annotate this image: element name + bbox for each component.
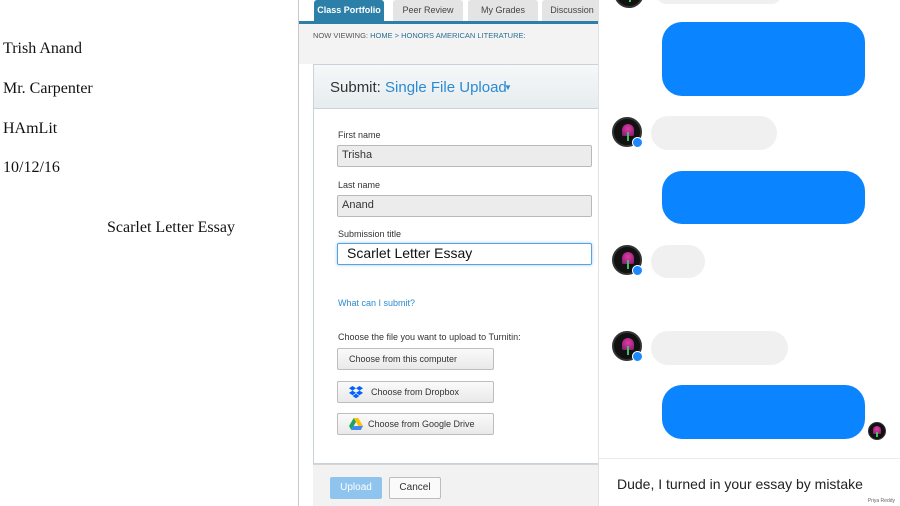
outgoing-message-bubble <box>662 171 865 224</box>
choose-from-google-drive-label: Choose from Google Drive <box>368 419 475 429</box>
first-name-label: First name <box>338 130 381 140</box>
outgoing-message-bubble <box>662 22 865 96</box>
meme-caption: Dude, I turned in your essay by mistake <box>617 476 863 492</box>
first-name-field[interactable]: Trisha <box>337 145 592 167</box>
choose-from-dropbox-label: Choose from Dropbox <box>371 387 460 397</box>
breadcrumb: NOW VIEWING: HOME > HONORS AMERICAN LITE… <box>313 31 526 40</box>
submit-panel: Submit: Single File Upload ▼ First name … <box>313 64 598 464</box>
essay-title: Scarlet Letter Essay <box>107 219 235 236</box>
submit-heading: Submit: Single File Upload <box>330 79 507 96</box>
choose-file-label: Choose the file you want to upload to Tu… <box>338 332 521 342</box>
breadcrumb-bar: NOW VIEWING: HOME > HONORS AMERICAN LITE… <box>299 24 598 64</box>
read-receipt-avatar <box>868 422 886 440</box>
choose-from-computer-label: Choose from this computer <box>349 354 458 364</box>
form-footer: Upload Cancel <box>313 464 598 506</box>
google-drive-icon <box>349 418 363 430</box>
essay-document: Trish Anand Mr. Carpenter HAmLit 10/12/1… <box>0 0 298 506</box>
incoming-message-bubble <box>657 0 781 4</box>
turnitin-panel: Class Portfolio Peer Review My Grades Di… <box>298 0 598 506</box>
tab-my-grades[interactable]: My Grades <box>468 0 538 22</box>
tab-bar: Class Portfolio Peer Review My Grades Di… <box>299 0 598 22</box>
submission-type-dropdown[interactable]: Single File Upload <box>385 79 507 96</box>
submit-label: Submit: <box>330 79 381 96</box>
incoming-message-bubble <box>651 245 705 278</box>
last-name-label: Last name <box>338 180 381 190</box>
submission-title-field[interactable]: Scarlet Letter Essay <box>337 243 592 265</box>
caret-down-icon[interactable]: ▼ <box>504 83 512 92</box>
choose-from-google-drive-button[interactable]: Choose from Google Drive <box>337 413 494 435</box>
tab-peer-review[interactable]: Peer Review <box>393 0 463 22</box>
essay-student-name: Trish Anand <box>3 40 82 57</box>
last-name-field[interactable]: Anand <box>337 195 592 217</box>
now-viewing-label: NOW VIEWING: <box>313 31 368 40</box>
incoming-message-bubble <box>651 116 777 150</box>
essay-teacher: Mr. Carpenter <box>3 80 93 97</box>
messenger-badge-icon <box>632 137 643 148</box>
messenger-badge-icon <box>632 351 643 362</box>
contact-avatar <box>614 0 644 8</box>
tab-discussion[interactable]: Discussion <box>542 0 598 22</box>
choose-from-computer-button[interactable]: Choose from this computer <box>337 348 494 370</box>
messenger-conversation: Dude, I turned in your essay by mistake … <box>598 0 900 506</box>
what-can-i-submit-link[interactable]: What can I submit? <box>338 298 415 308</box>
incoming-message-bubble <box>651 331 788 365</box>
upload-button[interactable]: Upload <box>330 477 382 499</box>
outgoing-message-bubble <box>662 385 865 439</box>
submit-header: Submit: Single File Upload ▼ <box>314 65 598 109</box>
watermark: Priya Reddy <box>867 498 895 504</box>
dropbox-icon <box>349 386 363 399</box>
breadcrumb-path[interactable]: HOME > HONORS AMERICAN LITERATURE: <box>370 31 526 40</box>
cancel-button[interactable]: Cancel <box>389 477 441 499</box>
meme-caption-bar: Dude, I turned in your essay by mistake … <box>599 458 900 506</box>
submission-title-label: Submission title <box>338 229 402 239</box>
tab-class-portfolio[interactable]: Class Portfolio <box>314 0 384 22</box>
essay-course: HAmLit <box>3 120 58 137</box>
essay-date: 10/12/16 <box>3 159 60 176</box>
choose-from-dropbox-button[interactable]: Choose from Dropbox <box>337 381 494 403</box>
messenger-badge-icon <box>632 265 643 276</box>
